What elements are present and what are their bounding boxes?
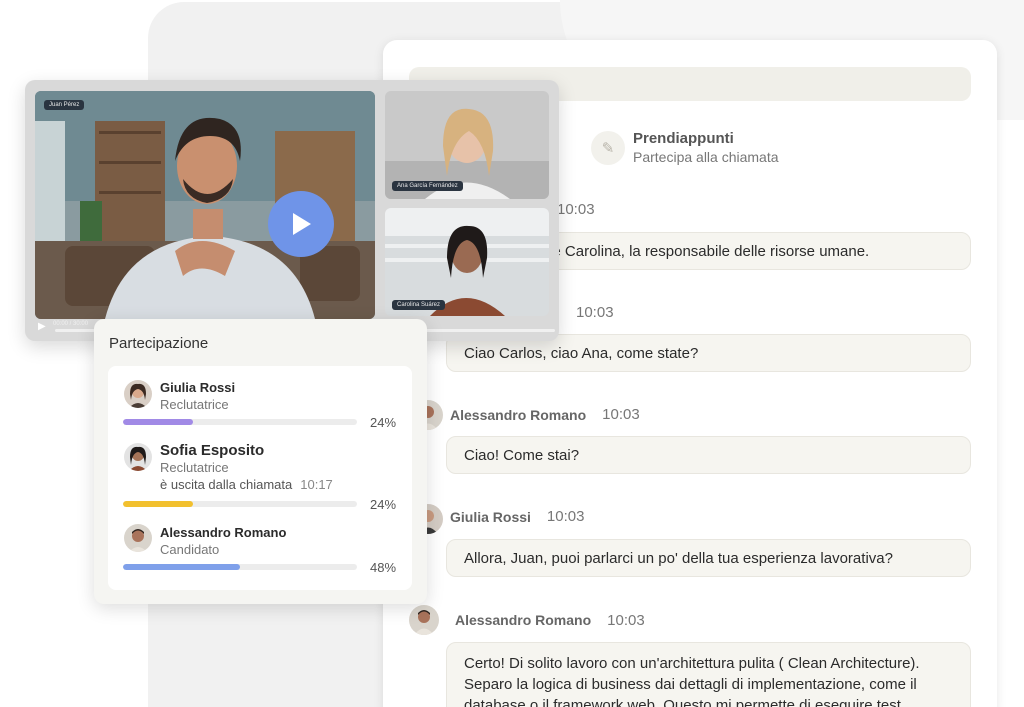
message-bubble: Certo! Di solito lavoro con un'architett… bbox=[446, 642, 971, 707]
participation-percent: 24% bbox=[370, 497, 397, 512]
participant-role: Reclutatrice bbox=[160, 397, 229, 412]
participant-name: Sofia Esposito bbox=[160, 442, 265, 459]
avatar bbox=[409, 605, 439, 635]
left-call-time: 10:17 bbox=[300, 477, 333, 492]
video-call-window: Juan Pérez ▶ 00:00 / 30:00 Ana García Fe… bbox=[25, 80, 559, 341]
video-name-tag: Ana García Fernández bbox=[392, 181, 463, 191]
message-line: Certo! Di solito lavoro con un'architett… bbox=[464, 655, 920, 672]
participant-role: Candidato bbox=[160, 542, 220, 557]
message-bubble: Allora, Juan, puoi parlarci un po' della… bbox=[446, 539, 971, 577]
participation-bar bbox=[123, 419, 357, 425]
message-time: 10:03 bbox=[602, 406, 640, 423]
message-bubble: Ciao! Come stai? bbox=[446, 436, 971, 474]
video-name-tag: Juan Pérez bbox=[44, 100, 85, 110]
message-header: 10:03 bbox=[576, 304, 614, 321]
participant-name: Alessandro Romano bbox=[160, 525, 287, 540]
message-author: Giulia Rossi bbox=[450, 508, 531, 525]
side-video-1[interactable]: Ana García Fernández bbox=[385, 91, 549, 199]
participation-bar bbox=[123, 501, 357, 507]
avatar bbox=[124, 443, 152, 471]
notes-title: Prendiappunti bbox=[633, 130, 734, 147]
participation-bar-fill bbox=[123, 501, 194, 507]
pencil-icon: ✎ bbox=[591, 131, 625, 165]
message-header: Alessandro Romano 10:03 bbox=[450, 406, 640, 423]
notes-assistant[interactable]: ✎ Prendiappunti Partecipa alla chiamata bbox=[591, 130, 779, 166]
message-header: Alessandro Romano 10:03 bbox=[409, 605, 645, 635]
side-video-2[interactable]: Carolina Suárez bbox=[385, 208, 549, 316]
participation-title: Partecipazione bbox=[109, 335, 209, 352]
left-call-text: è uscita dalla chiamata bbox=[160, 477, 293, 492]
message-time: 10:03 bbox=[557, 201, 595, 218]
participation-percent: 48% bbox=[370, 560, 397, 575]
participation-card: Partecipazione Giulia Rossi Reclutatrice… bbox=[94, 319, 427, 604]
avatar bbox=[124, 380, 152, 408]
message-author: Alessandro Romano bbox=[455, 612, 592, 628]
participation-bar bbox=[123, 564, 357, 570]
message-header: 10:03 bbox=[557, 201, 595, 218]
participant-name: Giulia Rossi bbox=[160, 380, 236, 395]
participation-percent: 24% bbox=[370, 415, 397, 430]
message-author: Alessandro Romano bbox=[450, 406, 587, 423]
participation-bar-fill bbox=[123, 419, 194, 425]
video-name-tag: Carolina Suárez bbox=[392, 300, 446, 310]
participant-role: Reclutatrice bbox=[160, 460, 229, 475]
message-time: 10:03 bbox=[576, 304, 614, 321]
play-button[interactable] bbox=[268, 191, 334, 257]
small-play-icon[interactable]: ▶ bbox=[38, 321, 46, 332]
video-time: 00:00 / 30:00 bbox=[53, 321, 89, 327]
play-icon bbox=[293, 213, 311, 235]
avatar bbox=[124, 524, 152, 552]
message-line: Separo la logica di business dai dettagl… bbox=[464, 676, 917, 693]
participation-bar-fill bbox=[123, 564, 240, 570]
message-time: 10:03 bbox=[546, 508, 585, 525]
participation-list: Giulia Rossi Reclutatrice 24% Sofia Espo… bbox=[108, 366, 412, 590]
message-line: database o il framework web. Questo mi p… bbox=[464, 697, 901, 707]
notes-subtitle: Partecipa alla chiamata bbox=[633, 149, 779, 165]
message-header: Giulia Rossi 10:03 bbox=[450, 508, 584, 525]
main-video[interactable]: Juan Pérez bbox=[35, 91, 375, 319]
message-time: 10:03 bbox=[607, 611, 645, 629]
participant-status: è uscita dalla chiamata 10:17 bbox=[160, 477, 333, 492]
